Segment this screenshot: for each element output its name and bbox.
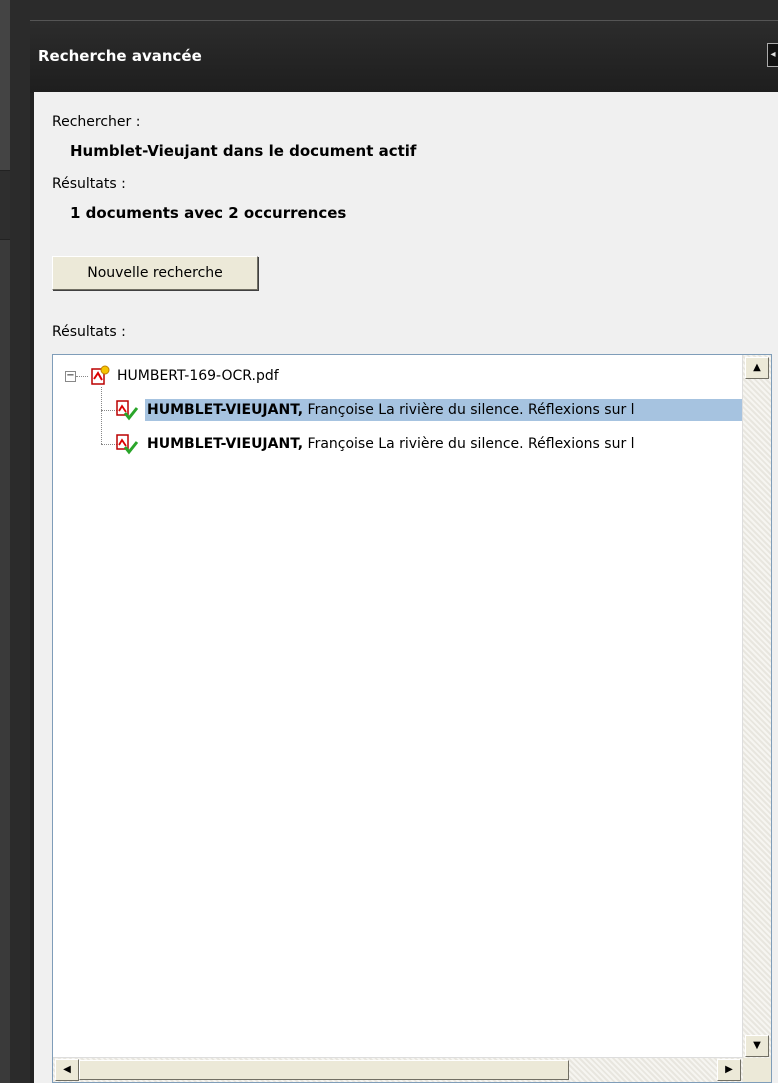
- pdf-document-icon: [91, 365, 110, 385]
- collapse-arrow-icon[interactable]: ◂: [767, 43, 778, 67]
- scrollbar-corner: [743, 1058, 771, 1082]
- horizontal-scrollbar[interactable]: ◀ ▶: [53, 1057, 743, 1082]
- results-label: Résultats :: [52, 324, 126, 340]
- new-search-button[interactable]: Nouvelle recherche: [52, 256, 258, 290]
- panel-content: Rechercher : Humblet-Vieujant dans le do…: [34, 92, 778, 1083]
- collapse-node-icon[interactable]: −: [65, 371, 76, 382]
- result-context: Françoise La rivière du silence. Réflexi…: [303, 436, 635, 452]
- left-strip-segment: [0, 0, 10, 171]
- vertical-scrollbar[interactable]: ▲ ▼: [742, 355, 771, 1059]
- pdf-result-icon: [116, 400, 139, 421]
- result-match: HUMBLET-VIEUJANT,: [147, 436, 304, 452]
- summary-value: 1 documents avec 2 occurrences: [70, 204, 347, 222]
- result-match: HUMBLET-VIEUJANT,: [147, 402, 304, 418]
- tree-connector: [101, 387, 102, 444]
- result-item[interactable]: HUMBLET-VIEUJANT, Françoise La rivière d…: [145, 433, 745, 455]
- result-context: Françoise La rivière du silence. Réflexi…: [303, 402, 635, 418]
- document-name: HUMBERT-169-OCR.pdf: [117, 368, 279, 384]
- query-label: Rechercher :: [52, 114, 141, 130]
- advanced-search-panel: Recherche avancée ◂ Rechercher : Humblet…: [30, 20, 778, 1083]
- query-value: Humblet-Vieujant dans le document actif: [70, 142, 417, 160]
- summary-label: Résultats :: [52, 176, 126, 192]
- scroll-left-icon[interactable]: ◀: [55, 1059, 79, 1081]
- scroll-right-icon[interactable]: ▶: [717, 1059, 741, 1081]
- left-sidebar-strip: [0, 0, 10, 1083]
- panel-title: Recherche avancée: [38, 47, 202, 65]
- panel-titlebar: Recherche avancée ◂: [30, 20, 778, 93]
- scroll-up-icon[interactable]: ▲: [745, 357, 769, 379]
- pdf-result-icon: [116, 434, 139, 455]
- document-node[interactable]: HUMBERT-169-OCR.pdf: [117, 365, 279, 387]
- horizontal-scroll-thumb[interactable]: [79, 1060, 569, 1080]
- scroll-down-icon[interactable]: ▼: [745, 1035, 769, 1057]
- tree-connector: [76, 376, 88, 377]
- left-strip-segment: [0, 171, 10, 240]
- result-item[interactable]: HUMBLET-VIEUJANT, Françoise La rivière d…: [145, 399, 745, 421]
- results-tree: − HUMBERT-169-OCR.pdf HUMBLET-VIEUJANT, …: [53, 355, 745, 1059]
- results-tree-view[interactable]: − HUMBERT-169-OCR.pdf HUMBLET-VIEUJANT, …: [52, 354, 772, 1083]
